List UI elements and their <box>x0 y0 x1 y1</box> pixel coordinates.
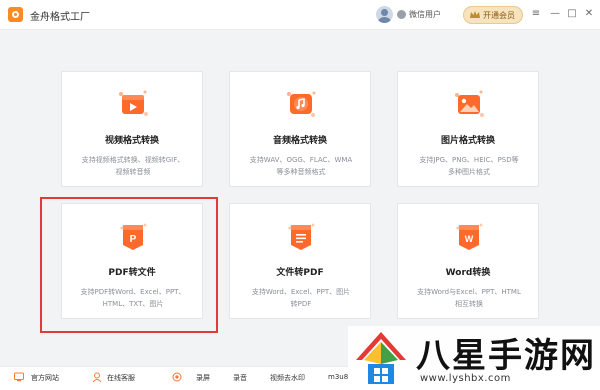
card-title: 图片格式转换 <box>440 136 495 146</box>
menu-icon[interactable]: ≡ <box>529 7 543 21</box>
card-desc-line: 支持JPG、PNG、HEIC、PSD等 <box>419 156 519 164</box>
card-desc-line: 相互转换 <box>455 300 483 308</box>
close-icon[interactable]: ✕ <box>582 7 596 21</box>
card-desc: 支持Word、Excel、PPT、图片 转PDF <box>238 286 364 310</box>
m3u8-link[interactable]: m3u8 <box>328 373 348 381</box>
file-to-pdf-icon <box>288 223 315 250</box>
minimize-icon[interactable]: — <box>548 7 562 21</box>
watermark-title: 八星手游网 <box>416 336 596 376</box>
card-desc-line: 支持WAV、OGG、FLAC、WMA <box>249 156 353 164</box>
word-icon-letter: W <box>465 234 474 244</box>
support-icon <box>92 372 102 382</box>
wechat-icon <box>397 10 406 19</box>
card-audio-convert[interactable]: 音频格式转换 支持WAV、OGG、FLAC、WMA 等多种音频格式 <box>229 71 371 187</box>
remove-watermark-link[interactable]: 视频去水印 <box>270 373 305 383</box>
card-file-to-pdf[interactable]: 文件转PDF 支持Word、Excel、PPT、图片 转PDF <box>229 203 371 319</box>
card-desc-line: 转PDF <box>290 300 312 308</box>
website-link[interactable]: 官方网站 <box>31 373 59 383</box>
support-link[interactable]: 在线客服 <box>107 373 135 383</box>
highlight-box <box>40 197 218 333</box>
app-title: 金舟格式工厂 <box>30 12 90 23</box>
watermark-url: www.lyshbx.com <box>420 373 511 384</box>
word-icon: W <box>456 223 483 250</box>
app-logo-icon <box>8 7 23 22</box>
watermark: 八星手游网 www.lyshbx.com <box>348 326 600 390</box>
card-title: 音频格式转换 <box>272 136 327 146</box>
maximize-icon[interactable]: □ <box>565 7 579 21</box>
card-desc-line: 支持Word与Excel、PPT、HTML <box>417 288 521 296</box>
card-desc-line: 支持视频格式转换、视频转GIF、 <box>81 156 185 164</box>
card-desc-line: 支持Word、Excel、PPT、图片 <box>251 288 351 296</box>
main-content: 视频格式转换 支持视频格式转换、视频转GIF、 视频转音频 音频格式转换 支持W… <box>0 31 600 361</box>
card-title: 文件转PDF <box>276 268 324 278</box>
card-desc: 支持Word与Excel、PPT、HTML 相互转换 <box>406 286 532 310</box>
card-image-convert[interactable]: 图片格式转换 支持JPG、PNG、HEIC、PSD等 多种图片格式 <box>397 71 539 187</box>
card-desc-line: 多种图片格式 <box>448 168 490 176</box>
vip-label: 开通会员 <box>483 11 515 20</box>
record-audio-link[interactable]: 录音 <box>233 373 247 383</box>
card-video-convert[interactable]: 视频格式转换 支持视频格式转换、视频转GIF、 视频转音频 <box>61 71 203 187</box>
watermark-logo-icon <box>356 332 406 384</box>
record-screen-icon <box>172 372 182 382</box>
card-title: 视频格式转换 <box>104 136 159 146</box>
card-desc: 支持JPG、PNG、HEIC、PSD等 多种图片格式 <box>406 154 532 178</box>
card-desc: 支持视频格式转换、视频转GIF、 视频转音频 <box>70 154 196 178</box>
card-word-convert[interactable]: W Word转换 支持Word与Excel、PPT、HTML 相互转换 <box>397 203 539 319</box>
image-icon <box>455 90 484 117</box>
user-name[interactable]: 微信用户 <box>409 9 441 20</box>
title-bar: 金舟格式工厂 微信用户 开通会员 ≡ — □ ✕ <box>0 0 600 30</box>
video-icon <box>119 90 148 116</box>
website-icon <box>14 372 24 382</box>
record-screen-link[interactable]: 录屏 <box>196 373 210 383</box>
card-desc: 支持WAV、OGG、FLAC、WMA 等多种音频格式 <box>238 154 364 178</box>
vip-button[interactable]: 开通会员 <box>463 6 523 24</box>
card-title: Word转换 <box>445 268 491 278</box>
crown-icon <box>470 11 480 18</box>
card-desc-line: 等多种音频格式 <box>276 168 326 176</box>
avatar[interactable] <box>376 6 393 23</box>
audio-icon <box>287 91 316 117</box>
card-desc-line: 视频转音频 <box>115 168 151 176</box>
